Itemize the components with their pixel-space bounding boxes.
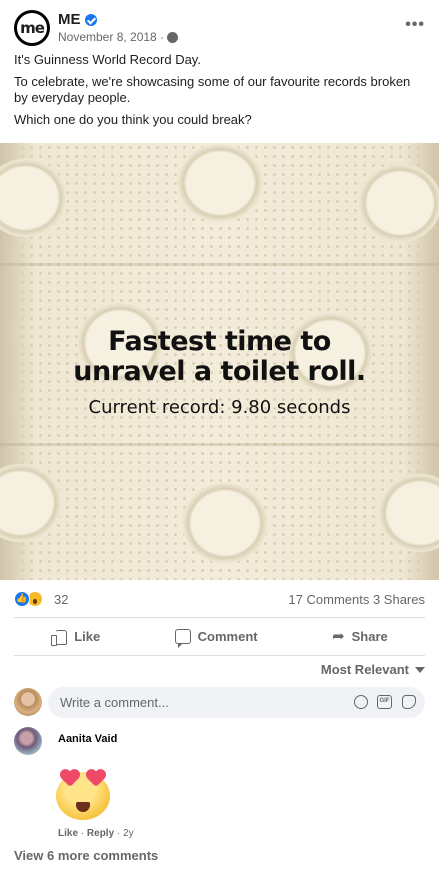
page-name[interactable]: ME: [58, 11, 97, 28]
photo-texture-band: [0, 443, 439, 446]
post-text: It's Guinness World Record Day. To celeb…: [14, 52, 424, 134]
more-options-button[interactable]: •••: [405, 16, 425, 34]
post-text-line: It's Guinness World Record Day.: [14, 52, 201, 67]
comment-button[interactable]: Comment: [163, 623, 270, 650]
photo-headline: Fastest time to unravel a toilet roll.: [0, 327, 439, 387]
caret-down-icon: [415, 666, 425, 673]
current-user-avatar[interactable]: [14, 688, 42, 716]
page-name-text[interactable]: ME: [58, 11, 81, 28]
gif-icon[interactable]: GIF: [377, 695, 392, 709]
heart-eye-right: [86, 770, 106, 788]
share-label: Share: [351, 628, 388, 644]
photo-headline-line: unravel a toilet roll.: [73, 356, 366, 387]
like-reaction-icon[interactable]: 👍: [14, 591, 30, 607]
photo-subline: Current record: 9.80 seconds: [88, 397, 351, 418]
heart-eye-left: [60, 770, 80, 788]
post-header: me ME November 8, 2018 · •••: [14, 10, 425, 50]
thumbs-up-icon: [51, 629, 68, 646]
heart-eyes-emoji-icon: [52, 766, 114, 822]
reactions-count[interactable]: 32: [54, 592, 68, 607]
post-meta: November 8, 2018 ·: [58, 30, 179, 44]
post-date[interactable]: November 8, 2018 ·: [58, 30, 164, 44]
sticker-icon[interactable]: [402, 695, 416, 709]
comment-like-link[interactable]: Like: [58, 828, 78, 839]
comment-input[interactable]: [60, 687, 340, 718]
comment-label: Comment: [197, 628, 258, 644]
verified-badge-icon: [84, 13, 97, 26]
comment-composer[interactable]: GIF: [48, 687, 425, 718]
comment-actions: Like · Reply · 2y: [58, 828, 134, 839]
action-bar: Like Comment ➦ Share: [14, 620, 425, 652]
comment-author-name[interactable]: Aanita Vaid: [58, 733, 117, 745]
like-button[interactable]: Like: [39, 623, 112, 650]
view-more-comments-link[interactable]: View 6 more comments: [14, 848, 158, 863]
globe-icon: [167, 31, 179, 43]
emoji-icon[interactable]: [354, 695, 368, 709]
post-stats: 👍 32 17 Comments 3 Shares: [14, 588, 425, 610]
divider: [14, 655, 425, 656]
post-text-line: Which one do you think you could break?: [14, 112, 252, 127]
post-photo[interactable]: Fastest time to unravel a toilet roll. C…: [0, 143, 439, 580]
like-label: Like: [74, 628, 101, 644]
comments-shares-count[interactable]: 17 Comments 3 Shares: [288, 592, 425, 607]
comment-time[interactable]: 2y: [123, 828, 134, 839]
sort-label: Most Relevant: [320, 662, 409, 677]
photo-headline-line: Fastest time to: [108, 326, 331, 357]
comment-author-avatar[interactable]: [14, 727, 42, 755]
post-text-line: To celebrate, we're showcasing some of o…: [14, 74, 411, 105]
photo-texture-band: [0, 263, 439, 266]
comment-sort-dropdown[interactable]: Most Relevant: [321, 662, 425, 677]
divider: [14, 617, 425, 618]
share-arrow-icon: ➦: [332, 628, 345, 645]
speech-bubble-icon: [174, 628, 191, 648]
share-button[interactable]: ➦ Share: [320, 621, 400, 651]
comment-reply-link[interactable]: Reply: [87, 828, 114, 839]
page-avatar[interactable]: me: [14, 10, 50, 46]
